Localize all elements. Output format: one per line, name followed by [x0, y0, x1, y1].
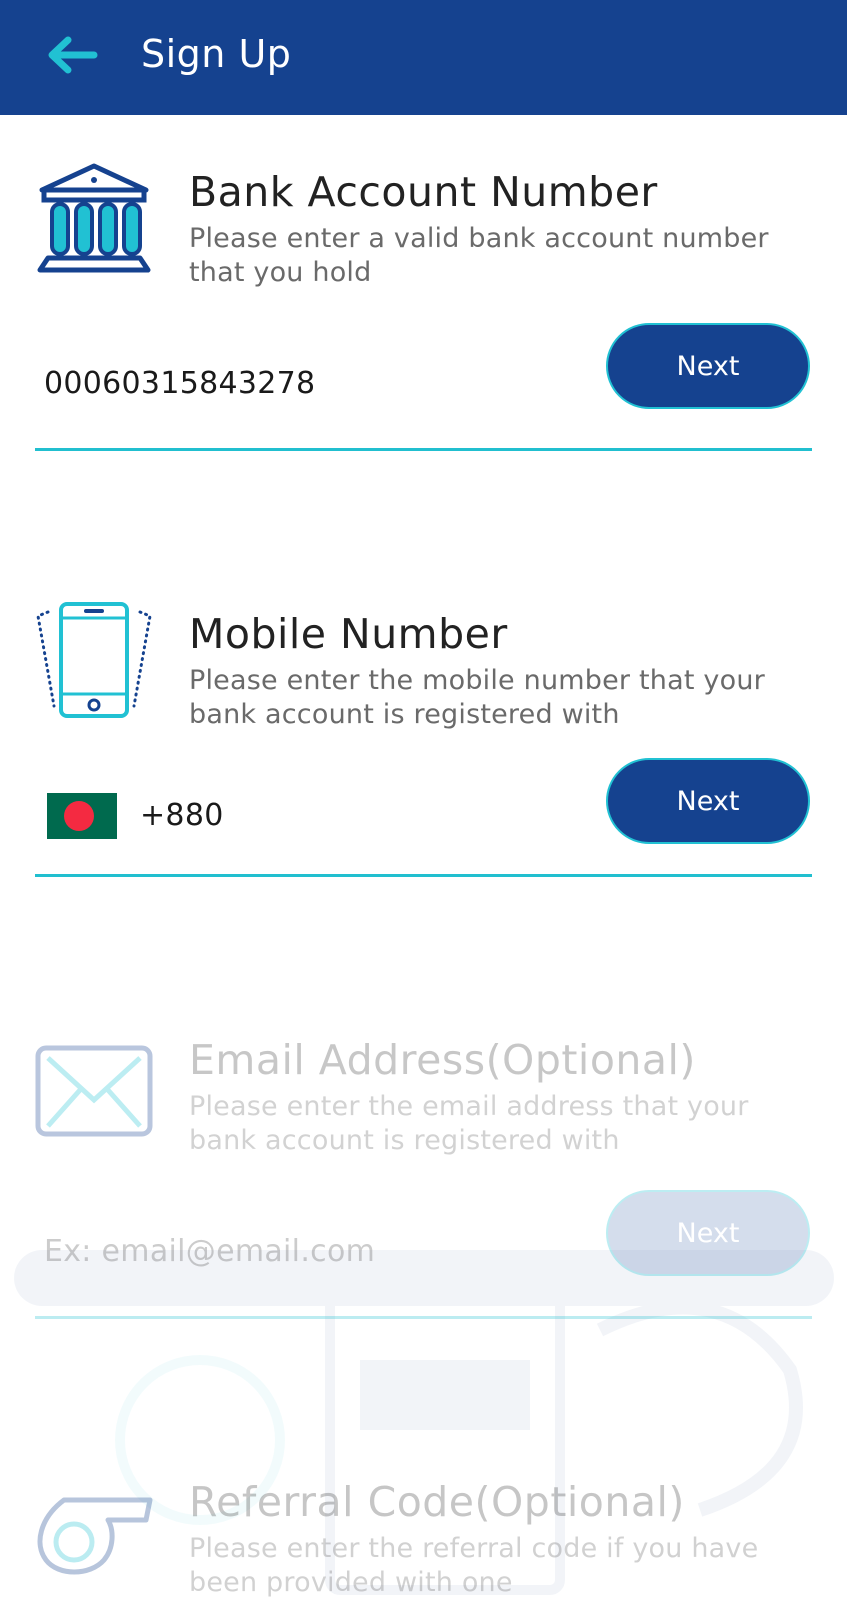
- bank-account-title: Bank Account Number: [189, 168, 658, 216]
- mobile-number-description: Please enter the mobile number that your…: [189, 665, 765, 730]
- bank-icon: [37, 163, 151, 273]
- mobile-input-underline: [35, 874, 812, 877]
- email-input-underline: [35, 1316, 812, 1319]
- page-title: Sign Up: [141, 32, 292, 76]
- bank-next-button[interactable]: Next: [606, 323, 810, 409]
- referral-title: Referral Code(Optional): [189, 1478, 685, 1526]
- email-title: Email Address(Optional): [189, 1036, 696, 1084]
- email-input[interactable]: [44, 1234, 584, 1269]
- mobile-next-button[interactable]: Next: [606, 758, 810, 844]
- country-code[interactable]: +880: [140, 798, 224, 833]
- envelope-icon: [35, 1045, 153, 1137]
- mobile-phone-icon: [36, 602, 152, 718]
- bangladesh-flag-icon[interactable]: [47, 793, 117, 839]
- email-next-button[interactable]: Next: [606, 1190, 810, 1276]
- bank-input-underline: [35, 448, 812, 451]
- whistle-icon: [37, 1497, 153, 1575]
- bank-account-description: Please enter a valid bank account number…: [189, 223, 769, 288]
- back-button[interactable]: [40, 30, 104, 80]
- app-bar: Sign Up: [0, 0, 847, 115]
- mobile-number-title: Mobile Number: [189, 610, 508, 658]
- email-description: Please enter the email address that your…: [189, 1091, 749, 1156]
- referral-description: Please enter the referral code if you ha…: [189, 1533, 759, 1598]
- arrow-left-icon: [48, 36, 98, 74]
- bank-account-input[interactable]: 00060315843278: [44, 366, 315, 401]
